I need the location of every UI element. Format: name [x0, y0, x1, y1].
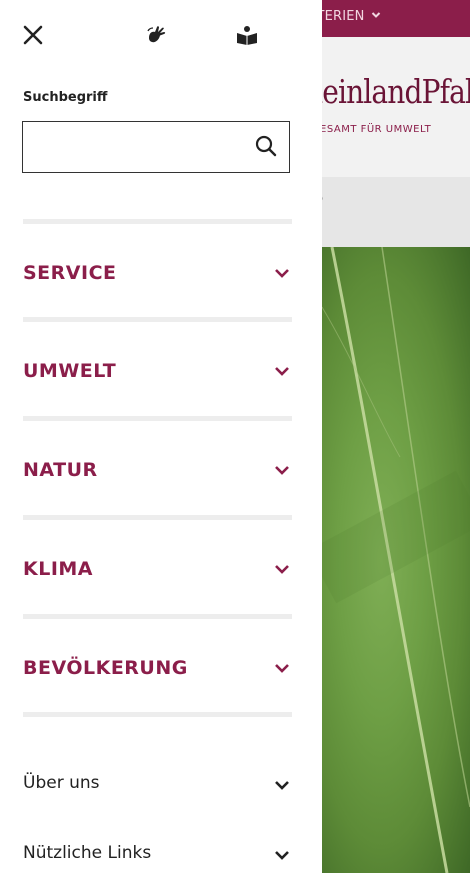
menu-item-umwelt[interactable]: UMWELT: [23, 351, 292, 391]
hero-image-leaf: [322, 247, 470, 873]
menu-divider: [23, 219, 292, 224]
menu-item-bevoelkerung[interactable]: BEVÖLKERUNG: [23, 648, 292, 688]
menu-item-label: UMWELT: [23, 360, 117, 382]
chevron-down-icon[interactable]: [273, 560, 291, 578]
menu-item-natur[interactable]: NATUR: [23, 450, 292, 490]
navigation-drawer: Suchbegriff SERVICE UMWELT NATUR KLIMA B…: [0, 0, 322, 873]
site-logo-subtitle: ESAMT FÜR UMWELT: [320, 124, 432, 135]
chevron-down-icon[interactable]: [273, 776, 291, 794]
chevron-down-icon[interactable]: [273, 362, 291, 380]
chevron-down-icon[interactable]: [273, 846, 291, 864]
menu-divider: [23, 614, 292, 619]
site-logo[interactable]: heinlandPfalz: [305, 72, 470, 111]
chevron-down-icon[interactable]: [273, 659, 291, 677]
menu-item-label: NATUR: [23, 459, 98, 481]
menu-item-label: KLIMA: [23, 558, 94, 580]
search-label: Suchbegriff: [23, 90, 108, 105]
menu-item-label: SERVICE: [23, 262, 117, 284]
menu-item-klima[interactable]: KLIMA: [23, 549, 292, 589]
chevron-down-icon[interactable]: [273, 461, 291, 479]
link-item-nuetzliche-links[interactable]: Nützliche Links: [23, 833, 292, 873]
search-box: [22, 121, 290, 173]
easy-reading-icon[interactable]: [234, 22, 260, 48]
search-input[interactable]: [33, 132, 247, 164]
menu-divider: [23, 317, 292, 322]
chevron-down-icon: [371, 9, 381, 24]
link-item-label: Über uns: [23, 773, 100, 793]
search-icon[interactable]: [255, 135, 277, 161]
menu-divider: [23, 416, 292, 421]
close-icon[interactable]: [20, 22, 46, 48]
menu-item-label: BEVÖLKERUNG: [23, 657, 188, 679]
sign-language-icon[interactable]: [144, 22, 170, 48]
chevron-down-icon[interactable]: [273, 264, 291, 282]
menu-divider: [23, 515, 292, 520]
link-item-ueber-uns[interactable]: Über uns: [23, 763, 292, 803]
menu-item-service[interactable]: SERVICE: [23, 253, 292, 293]
menu-divider: [23, 712, 292, 717]
link-item-label: Nützliche Links: [23, 843, 152, 863]
